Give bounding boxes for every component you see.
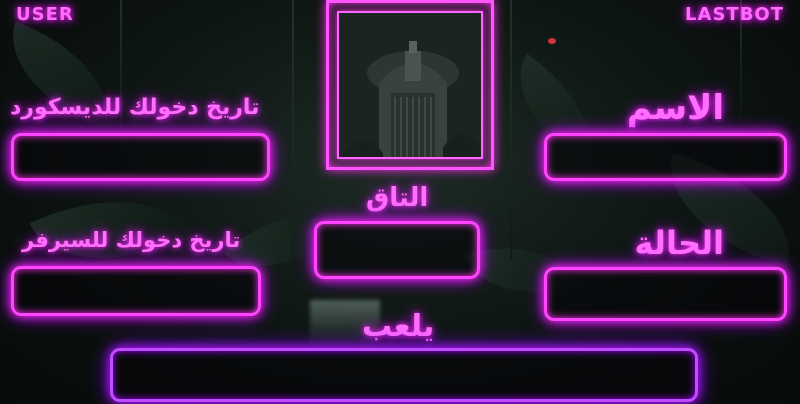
server-join-label: تاريخ دخولك للسيرفر	[22, 228, 241, 252]
tag-field	[314, 221, 480, 279]
discord-join-label: تاريخ دخولك للديسكورد	[10, 95, 260, 120]
vine-decoration	[292, 0, 294, 300]
status-label: الحالة	[634, 224, 724, 262]
name-field	[544, 133, 787, 181]
profile-card: USER LASTBOT الاسم تاريخ دخولك للديسكورد…	[0, 0, 800, 404]
status-field	[544, 267, 787, 321]
playing-label: يلعب	[362, 309, 435, 344]
flower-decoration	[548, 38, 556, 44]
avatar-frame	[326, 0, 494, 170]
user-label: USER	[16, 4, 74, 25]
discord-join-field	[11, 133, 270, 181]
server-join-field	[11, 266, 261, 316]
tag-label: التاق	[366, 183, 429, 213]
name-label: الاسم	[626, 88, 724, 128]
bot-name-label: LASTBOT	[685, 4, 784, 25]
playing-field	[110, 348, 698, 402]
avatar	[337, 11, 483, 159]
vine-decoration	[510, 0, 512, 260]
temple-avatar-icon	[339, 13, 481, 157]
